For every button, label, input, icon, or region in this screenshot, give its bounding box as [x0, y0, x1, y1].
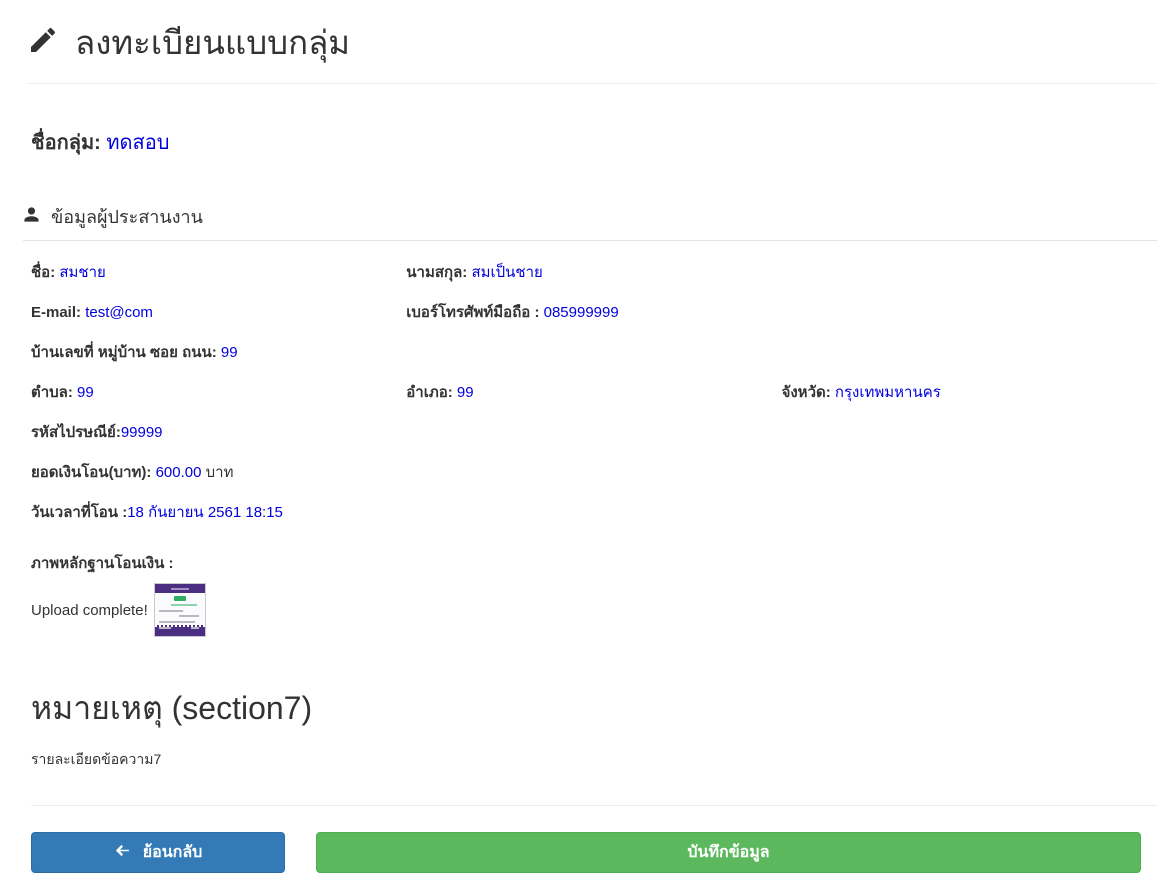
- field-district: อำเภอ: 99: [406, 385, 781, 401]
- field-first-name: ชื่อ: สมชาย: [31, 265, 406, 281]
- mobile-label: เบอร์โทรศัพท์มือถือ :: [406, 304, 539, 321]
- back-button-label: ย้อนกลับ: [143, 840, 203, 865]
- last-name-value: สมเป็นชาย: [471, 264, 542, 281]
- first-name-value: สมชาย: [59, 264, 105, 281]
- field-row-address: บ้านเลขที่ หมู่บ้าน ซอย ถนน: 99: [31, 345, 1157, 361]
- pencil-icon: [27, 24, 59, 61]
- province-label: จังหวัด:: [782, 384, 831, 401]
- page-header: ลงทะเบียนแบบกลุ่ม: [27, 0, 1157, 84]
- field-postcode: รหัสไปรษณีย์:99999: [31, 425, 406, 441]
- back-button[interactable]: ย้อนกลับ: [31, 832, 285, 873]
- email-label: E-mail:: [31, 304, 81, 321]
- field-row-name: ชื่อ: สมชาย นามสกุล: สมเป็นชาย: [31, 265, 1157, 281]
- receipt-header-bar: [155, 584, 205, 593]
- amount-value: 600.00: [156, 464, 202, 481]
- field-transfer-datetime: วันเวลาที่โอน :18 กันยายน 2561 18:15: [31, 505, 406, 521]
- amount-unit: บาท: [206, 464, 234, 481]
- field-amount: ยอดเงินโอน(บาท): 600.00 บาท: [31, 465, 406, 481]
- coordinator-section-title: ข้อมูลผู้ประสานงาน: [51, 202, 203, 231]
- field-row-amount: ยอดเงินโอน(บาท): 600.00 บาท: [31, 465, 1157, 481]
- subdistrict-value: 99: [77, 384, 94, 401]
- payment-proof-thumbnail[interactable]: [154, 583, 206, 637]
- save-button-label: บันทึกข้อมูล: [687, 840, 769, 865]
- save-button[interactable]: บันทึกข้อมูล: [316, 832, 1141, 873]
- arrow-left-icon: [114, 842, 131, 864]
- note-detail-text: รายละเอียดข้อความ7: [31, 749, 1157, 771]
- address-value: 99: [221, 344, 238, 361]
- district-label: อำเภอ:: [406, 384, 452, 401]
- field-last-name: นามสกุล: สมเป็นชาย: [406, 265, 781, 281]
- field-subdistrict: ตำบล: 99: [31, 385, 406, 401]
- field-province: จังหวัด: กรุงเทพมหานคร: [782, 385, 1157, 401]
- postcode-label: รหัสไปรษณีย์:: [31, 424, 121, 441]
- transfer-datetime-label: วันเวลาที่โอน :: [31, 504, 127, 521]
- field-row-region: ตำบล: 99 อำเภอ: 99 จังหวัด: กรุงเทพมหานค…: [31, 385, 1157, 401]
- payment-proof-label: ภาพหลักฐานโอนเงิน :: [31, 551, 1157, 575]
- field-address: บ้านเลขที่ หมู่บ้าน ซอย ถนน: 99: [31, 345, 406, 361]
- postcode-value: 99999: [121, 424, 163, 441]
- transfer-datetime-value: 18 กันยายน 2561 18:15: [127, 504, 283, 521]
- province-value: กรุงเทพมหานคร: [835, 384, 941, 401]
- field-mobile: เบอร์โทรศัพท์มือถือ : 085999999: [406, 305, 781, 321]
- group-name-line: ชื่อกลุ่ม: ทดสอบ: [31, 126, 1157, 158]
- group-name-label: ชื่อกลุ่ม:: [31, 132, 101, 154]
- last-name-label: นามสกุล:: [406, 264, 467, 281]
- coordinator-fields: ชื่อ: สมชาย นามสกุล: สมเป็นชาย E-mail: t…: [31, 265, 1157, 521]
- amount-label: ยอดเงินโอน(บาท):: [31, 464, 151, 481]
- first-name-label: ชื่อ:: [31, 264, 55, 281]
- coordinator-section-header: ข้อมูลผู้ประสานงาน: [23, 202, 1157, 241]
- page-title: ลงทะเบียนแบบกลุ่ม: [75, 16, 350, 69]
- address-label: บ้านเลขที่ หมู่บ้าน ซอย ถนน:: [31, 344, 217, 361]
- actions-bar: ย้อนกลับ บันทึกข้อมูล: [31, 832, 1157, 873]
- field-email: E-mail: test@com: [31, 305, 406, 321]
- receipt-success-badge: [174, 596, 186, 601]
- subdistrict-label: ตำบล:: [31, 384, 73, 401]
- bottom-divider: [31, 805, 1157, 806]
- field-row-transfer-datetime: วันเวลาที่โอน :18 กันยายน 2561 18:15: [31, 505, 1157, 521]
- user-icon: [23, 206, 40, 228]
- upload-status-text: Upload complete!: [31, 602, 148, 619]
- field-row-postcode: รหัสไปรษณีย์:99999: [31, 425, 1157, 441]
- group-name-value: ทดสอบ: [106, 132, 169, 154]
- email-value: test@com: [85, 304, 153, 321]
- payment-proof-line: Upload complete!: [31, 583, 1157, 637]
- district-value: 99: [457, 384, 474, 401]
- receipt-body: [155, 593, 205, 625]
- page-container: ลงทะเบียนแบบกลุ่ม ชื่อกลุ่ม: ทดสอบ ข้อมู…: [0, 0, 1166, 893]
- field-row-contact: E-mail: test@com เบอร์โทรศัพท์มือถือ : 0…: [31, 305, 1157, 321]
- note-section-title: หมายเหตุ (section7): [31, 683, 1157, 734]
- mobile-value: 085999999: [544, 304, 619, 321]
